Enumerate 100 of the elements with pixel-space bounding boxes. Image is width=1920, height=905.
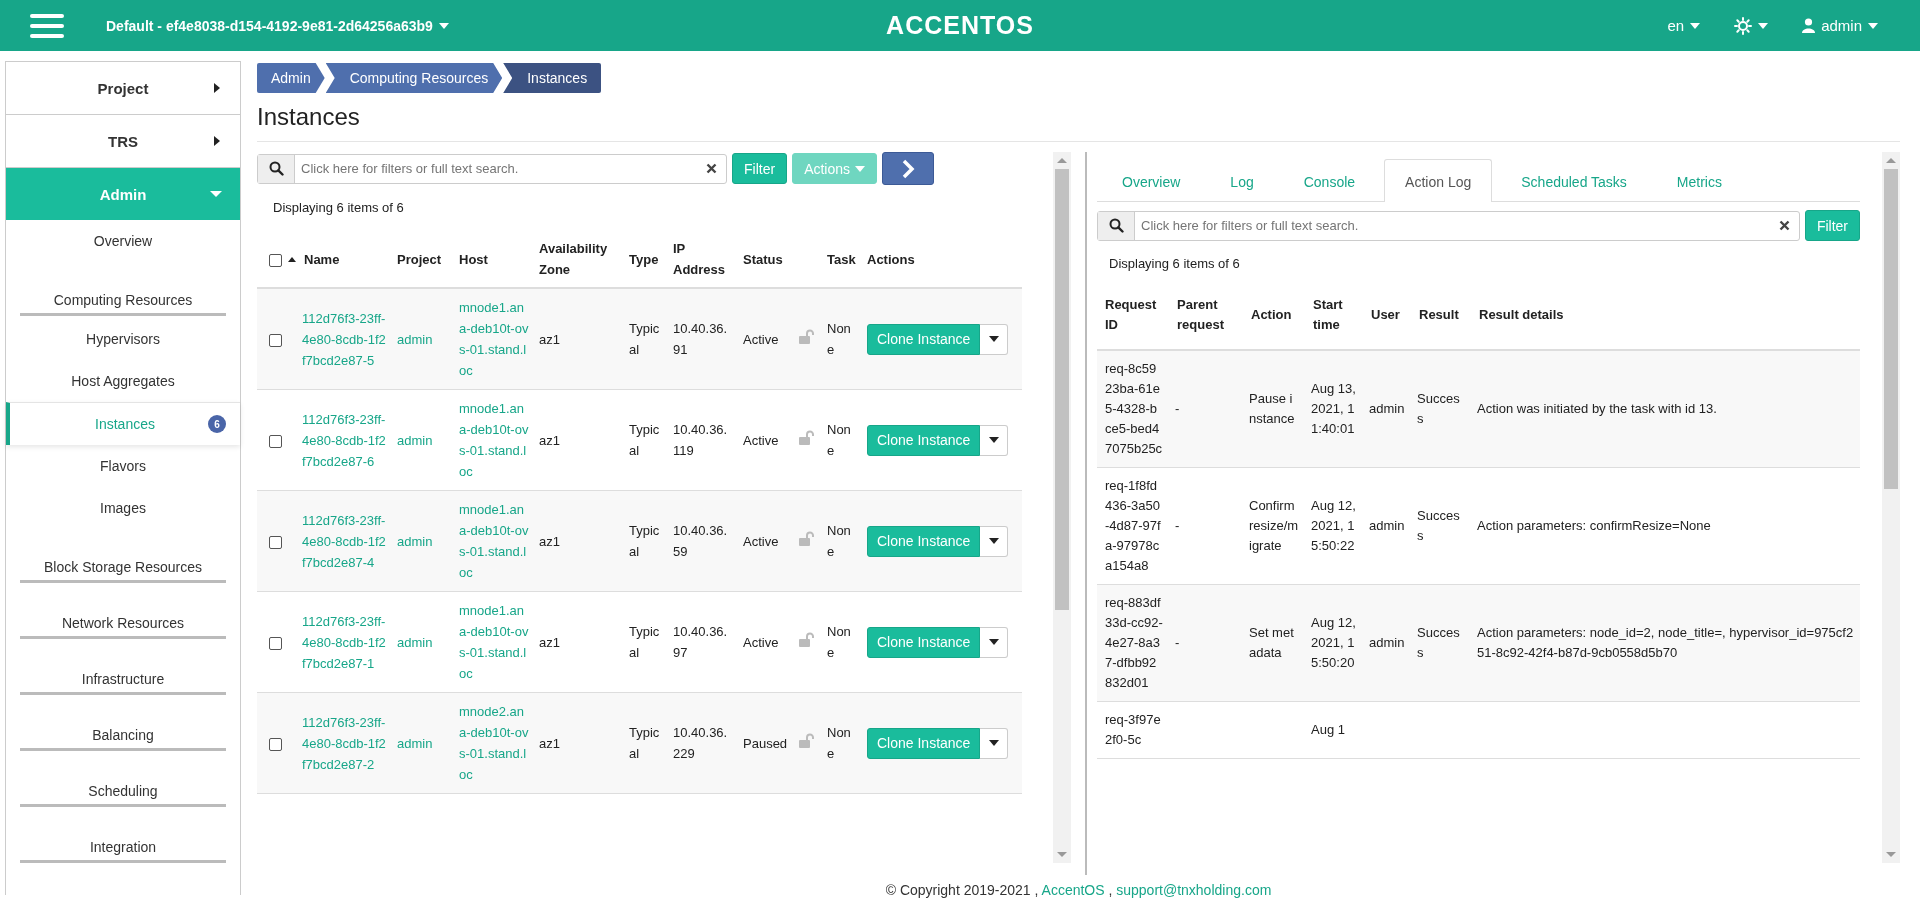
row-actions-dropdown[interactable] [980,424,1009,456]
clone-instance-button[interactable]: Clone Instance [867,626,981,658]
sidebar-group[interactable]: Computing Resources [6,262,240,318]
row-actions-dropdown[interactable] [980,525,1009,557]
sidebar-group[interactable]: Block Storage Resources [6,529,240,585]
tab[interactable]: Metrics [1655,159,1743,202]
sidebar-item[interactable]: Hypervisors [6,318,240,360]
user-dropdown[interactable]: admin [1800,13,1880,38]
ip-address-text: 10.40.36.97 [673,623,729,662]
sidebar-item[interactable]: Flavors [6,445,240,487]
tab[interactable]: Overview [1101,159,1202,202]
result-text: Success [1417,624,1461,662]
page-title: Instances [257,103,361,131]
row-checkbox[interactable] [269,737,282,751]
type-text: Typical [629,623,661,662]
search-icon [1108,218,1124,233]
sidebar-item[interactable]: Host Aggregates [6,360,240,402]
scrollbar[interactable] [1053,152,1071,863]
search-input[interactable]: Click here for filters or full text search. [1135,218,1779,233]
status-text: Active [743,330,780,349]
scrollbar[interactable] [1882,152,1900,863]
ip-address-text: 10.40.36.229 [673,724,729,763]
project-link[interactable]: admin [397,429,449,451]
task-text: None [827,421,852,460]
item-count: Displaying 6 items of 6 [1108,255,1241,273]
row-actions-dropdown[interactable] [980,323,1009,355]
row-actions-dropdown[interactable] [980,727,1009,759]
sun-icon [1734,16,1753,35]
filter-button[interactable]: Filter [732,153,788,184]
footer-link[interactable]: support@tnxholding.com [1116,882,1272,898]
sidebar-item[interactable]: Overview [6,220,240,262]
clear-icon[interactable] [706,163,717,174]
breadcrumb-item[interactable]: Admin [257,63,325,93]
row-checkbox[interactable] [269,636,282,650]
zone-text: az1 [539,431,561,450]
clone-instance-button[interactable]: Clone Instance [867,323,981,355]
instance-name-link[interactable]: 112d76f3-23ff-4e80-8cdb-1f2f7bcd2e87-1 [302,610,387,674]
sidebar-group[interactable]: Balancing [6,697,240,753]
start-time-text: Aug 1 [1311,721,1346,739]
type-text: Typical [629,421,661,460]
zone-text: az1 [539,734,561,753]
user-icon [1802,18,1816,33]
footer-link[interactable]: AccentOS [1041,882,1105,898]
search-field[interactable]: Click here for filters or full text search. [257,153,727,184]
tab[interactable]: Action Log [1384,159,1493,202]
project-link[interactable]: admin [397,328,449,350]
clear-icon[interactable] [1778,220,1790,231]
clone-instance-button[interactable]: Clone Instance [867,525,981,557]
result-details-text: Action was initiated by the task with id 13. [1477,400,1718,418]
host-link[interactable]: mnode1.ana-deb10t-ovs-01.stand.loc [459,398,529,482]
clone-instance-button[interactable]: Clone Instance [867,424,981,456]
row-checkbox[interactable] [269,535,282,549]
tab[interactable]: Console [1282,159,1377,202]
task-text: None [827,522,852,561]
select-all-checkbox[interactable] [269,253,282,267]
tab[interactable]: Log [1209,159,1275,202]
sidebar-group[interactable]: Infrastructure [6,641,240,697]
zone-text: az1 [539,532,561,551]
request-id-text: req-3f97e2f0-5c [1105,711,1162,749]
sidebar-section[interactable]: Project [6,62,240,115]
sidebar-item[interactable]: Instances 6 [6,402,240,445]
start-time-text: Aug 13, 2021, 11:40:01 [1311,380,1357,438]
status-text: Active [743,431,780,450]
action-text: Set metadata [1249,624,1295,662]
language-dropdown[interactable]: en [1665,13,1703,38]
project-dropdown[interactable]: Default - ef4e8038-d154-4192-9e81-2d64256a63b9 [104,13,451,38]
parent-request-text: - [1175,400,1181,418]
breadcrumb-item[interactable]: Computing Resources [325,63,503,93]
expand-button[interactable] [882,152,935,185]
search-field[interactable]: Click here for filters or full text search. [1097,210,1800,241]
user-text: admin [1369,517,1405,535]
filter-button[interactable]: Filter [1804,210,1860,241]
project-link[interactable]: admin [397,530,449,552]
clone-instance-button[interactable]: Clone Instance [867,727,981,759]
menu-icon[interactable] [30,12,64,39]
instance-name-link[interactable]: 112d76f3-23ff-4e80-8cdb-1f2f7bcd2e87-6 [302,408,387,472]
task-text: None [827,623,852,662]
action-text: Pause instance [1249,390,1296,428]
breadcrumb-item[interactable]: Instances [503,63,602,93]
project-link[interactable]: admin [397,631,449,653]
search-input[interactable]: Click here for filters or full text search. [295,161,706,176]
sidebar-group[interactable]: Scheduling [6,753,240,809]
row-checkbox[interactable] [269,333,282,347]
sidebar-item[interactable]: Images [6,487,240,529]
host-link[interactable]: mnode1.ana-deb10t-ovs-01.stand.loc [459,600,529,684]
row-actions-dropdown[interactable] [980,626,1009,658]
sidebar-group[interactable]: Network Resources [6,585,240,641]
row-checkbox[interactable] [269,434,282,448]
type-text: Typical [629,522,661,561]
item-count: Displaying 6 items of 6 [272,199,405,217]
status-text: Active [743,532,780,551]
zone-text: az1 [539,330,561,349]
ip-address-text: 10.40.36.59 [673,522,729,561]
project-link[interactable]: admin [397,732,449,754]
search-icon [268,161,284,176]
sidebar-section[interactable]: Admin [6,168,240,220]
sidebar-group[interactable]: Integration [6,809,240,865]
count-badge: 6 [208,415,226,433]
tab[interactable]: Scheduled Tasks [1500,159,1648,202]
parent-request-text: - [1175,634,1181,652]
